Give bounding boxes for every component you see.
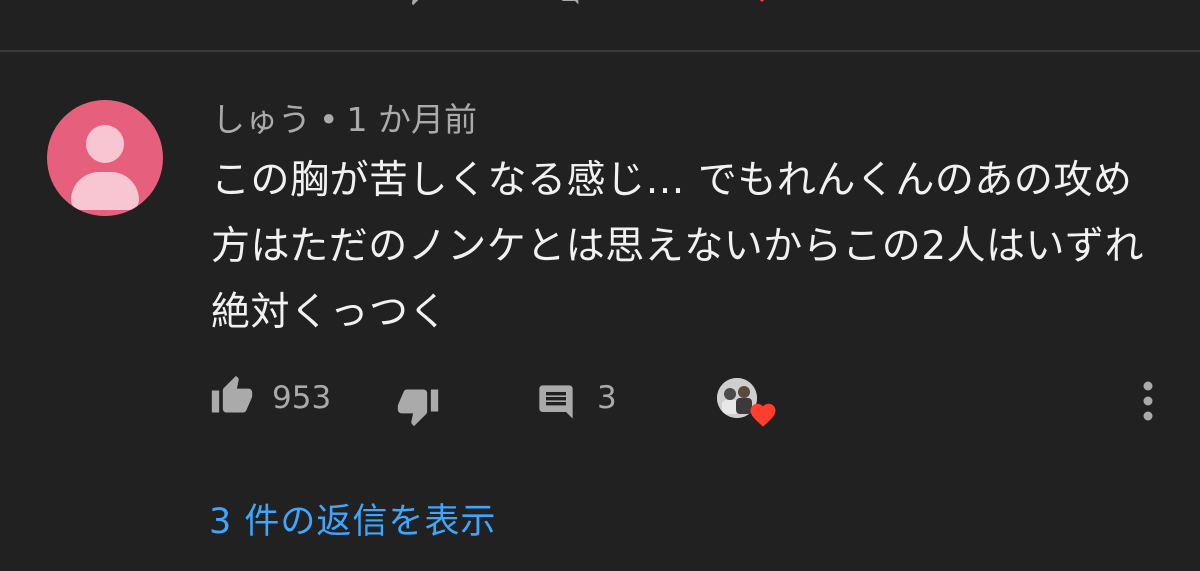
comment-actions: 953 3 — [0, 370, 1200, 430]
reply-button[interactable] — [534, 380, 578, 424]
avatar[interactable] — [47, 100, 163, 216]
comment-time[interactable]: 1 か月前 — [346, 100, 477, 139]
view-replies-link[interactable]: 3 件の返信を表示 — [209, 497, 496, 547]
thumbs-down-icon — [397, 389, 439, 427]
comment-text: この胸が苦しくなる感じ… でもれんくんのあの攻め方はただのノンケとは思えないから… — [211, 158, 1145, 335]
previous-comment-actions — [0, 0, 1200, 8]
like-button[interactable] — [208, 372, 256, 420]
meta-separator: • — [319, 100, 339, 139]
more-options-button[interactable] — [1130, 376, 1166, 426]
comment-meta: しゅう • 1 か月前 — [212, 100, 477, 140]
comment-icon[interactable] — [560, 0, 580, 6]
comment-section: しゅう • 1 か月前 この胸が苦しくなる感じ… でもれんくんのあの攻め方はただのノ… — [0, 0, 1200, 571]
like-count: 953 — [272, 380, 332, 416]
dislike-button[interactable] — [394, 382, 442, 430]
more-vert-icon — [1143, 381, 1153, 421]
avatar-head — [86, 125, 124, 163]
creator-heart — [717, 378, 781, 434]
reply-count: 3 — [597, 380, 617, 416]
thumbs-down-icon[interactable] — [402, 0, 428, 6]
comment-icon — [539, 385, 573, 419]
divider — [0, 50, 1200, 52]
heart-icon — [747, 400, 779, 430]
author-name[interactable]: しゅう — [212, 100, 311, 139]
thumbs-up-icon — [211, 375, 253, 413]
creator-heart-icon — [726, 0, 774, 6]
avatar-body — [71, 172, 139, 210]
